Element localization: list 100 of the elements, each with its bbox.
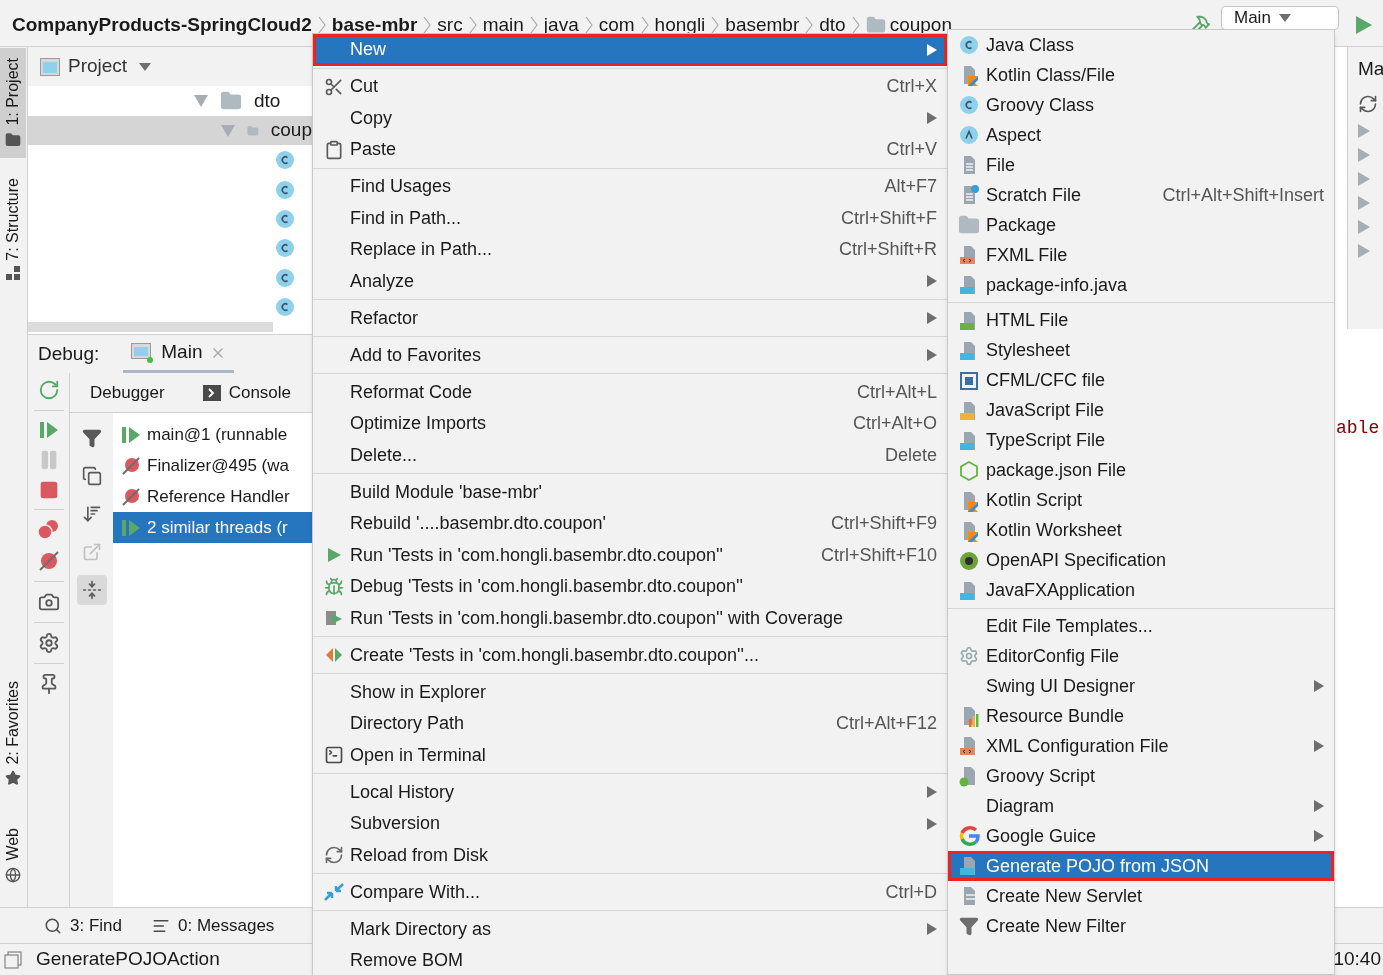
debug-subtab[interactable]: Console (202, 379, 292, 406)
menu-item[interactable]: Optimize Imports Ctrl+Alt+O (313, 408, 947, 440)
menu-item[interactable]: Find Usages Alt+F7 (313, 171, 947, 203)
debug-tab[interactable]: Main (123, 335, 235, 373)
menu-item[interactable]: Paste Ctrl+V (313, 134, 947, 166)
tool-window-button[interactable]: 3: Find (44, 912, 122, 939)
menu-item[interactable]: Package (948, 210, 1334, 240)
camera-icon[interactable] (37, 591, 60, 613)
menu-item[interactable]: Open in Terminal (313, 739, 947, 771)
menu-item[interactable]: Build Module 'base-mbr' (313, 476, 947, 508)
breadcrumb-item[interactable]: CompanyProducts-SpringCloud2 (12, 10, 312, 40)
filter-icon[interactable] (81, 428, 102, 448)
thread-row[interactable]: Finalizer@495 (wa (113, 450, 312, 481)
expand-arrow-icon[interactable] (1358, 123, 1370, 138)
window-icon[interactable] (4, 950, 22, 969)
tree-row[interactable]: coup (28, 115, 312, 146)
menu-item[interactable]: FXML File (948, 240, 1334, 270)
expand-arrow-icon[interactable] (221, 124, 235, 137)
menu-item[interactable]: Local History (313, 776, 947, 808)
play-icon[interactable] (1355, 15, 1373, 35)
menu-item[interactable]: Rebuild '....basembr.dto.coupon' Ctrl+Shift+F9 (313, 508, 947, 540)
expand-arrow-icon[interactable] (1358, 147, 1370, 162)
menu-item[interactable]: Groovy Class (948, 90, 1334, 120)
menu-item[interactable]: Directory Path Ctrl+Alt+F12 (313, 708, 947, 740)
menu-item[interactable]: Edit File Templates... (948, 611, 1334, 641)
menu-item[interactable]: Run 'Tests in 'com.hongli.basembr.dto.coupon'' with Coverage (313, 602, 947, 634)
expand-arrow-icon[interactable] (1358, 171, 1370, 186)
menu-item[interactable]: JavaScript File (948, 395, 1334, 426)
expand-arrow-icon[interactable] (194, 95, 208, 108)
menu-item[interactable]: CFML/CFC file (948, 365, 1334, 396)
menu-item[interactable]: Analyze (313, 265, 947, 297)
menu-item[interactable]: Resource Bundle (948, 701, 1334, 731)
menu-item[interactable]: Swing UI Designer (948, 671, 1334, 701)
refresh-icon[interactable] (1358, 93, 1378, 114)
collapse-button[interactable] (76, 575, 107, 605)
menu-item[interactable]: Subversion (313, 808, 947, 840)
tool-window-button[interactable]: 0: Messages (152, 912, 275, 939)
menu-item[interactable]: package-info.java (948, 270, 1334, 300)
scrollbar[interactable] (28, 322, 273, 332)
menu-item[interactable]: Mark Directory as (313, 913, 947, 945)
menu-item[interactable]: EditorConfig File (948, 641, 1334, 671)
run-config-dropdown[interactable]: Main (1221, 6, 1339, 30)
expand-arrow-icon[interactable] (1358, 243, 1370, 258)
side-tab[interactable]: 7: Structure (0, 167, 26, 291)
menu-item[interactable]: Kotlin Class/File (948, 60, 1334, 90)
menu-item[interactable]: File (948, 150, 1334, 180)
menu-item[interactable]: Reformat Code Ctrl+Alt+L (313, 376, 947, 408)
caret-icon[interactable] (139, 62, 152, 71)
debug-subtab[interactable]: Debugger (90, 379, 165, 406)
menu-item[interactable]: XML Configuration File (948, 731, 1334, 761)
settings-icon[interactable] (37, 632, 60, 654)
stop-icon[interactable] (38, 480, 59, 500)
menu-item[interactable]: Kotlin Worksheet (948, 515, 1334, 546)
resume-icon[interactable] (38, 420, 59, 440)
menu-item[interactable]: package.json File (948, 455, 1334, 486)
menu-item[interactable]: Diagram (948, 791, 1334, 821)
menu-item[interactable]: Copy (313, 102, 947, 134)
menu-item[interactable]: Add to Favorites (313, 339, 947, 371)
menu-item[interactable]: Aspect (948, 120, 1334, 150)
menu-item[interactable]: Run 'Tests in 'com.hongli.basembr.dto.coupon'' Ctrl+Shift+F10 (313, 539, 947, 571)
tree-row[interactable]: dto (28, 86, 312, 116)
side-tab[interactable]: Web (0, 818, 26, 893)
rerun-icon[interactable] (37, 379, 60, 401)
menu-item[interactable]: Delete... Delete (313, 439, 947, 471)
menu-item[interactable]: Groovy Script (948, 761, 1334, 791)
thread-row[interactable]: Reference Handler (113, 481, 312, 512)
expand-arrow-icon[interactable] (1358, 195, 1370, 210)
menu-item[interactable]: Scratch File Ctrl+Alt+Shift+Insert (948, 180, 1334, 210)
breakpoints-icon[interactable] (36, 519, 61, 541)
menu-item[interactable]: Kotlin Script (948, 485, 1334, 516)
panel-title[interactable]: Project (68, 52, 128, 81)
menu-item[interactable]: Create New Servlet (948, 881, 1334, 911)
menu-item[interactable]: Create 'Tests in 'com.hongli.basembr.dto.coupon''... (313, 639, 947, 671)
expand-arrow-icon[interactable] (1358, 219, 1370, 234)
side-tab[interactable]: 2: Favorites (0, 670, 26, 797)
side-tab[interactable]: 1: Project (0, 48, 26, 158)
menu-item[interactable]: Show in Explorer (313, 676, 947, 708)
menu-item[interactable]: Remove BOM (313, 945, 947, 975)
menu-item[interactable]: Find in Path... Ctrl+Shift+F (313, 202, 947, 234)
menu-item[interactable]: Java Class (948, 30, 1334, 60)
menu-item[interactable]: Create New Filter (948, 911, 1334, 941)
menu-item[interactable]: JavaFXApplication (948, 575, 1334, 606)
mute-breakpoints-icon[interactable] (37, 550, 60, 572)
menu-item[interactable]: Stylesheet (948, 335, 1334, 366)
thread-row[interactable]: main@1 (runnable (113, 419, 312, 450)
menu-item[interactable]: Refactor (313, 302, 947, 334)
menu-item[interactable]: HTML File (948, 305, 1334, 336)
menu-item[interactable]: Google Guice (948, 821, 1334, 851)
menu-item[interactable]: Cut Ctrl+X (313, 71, 947, 103)
sort-icon[interactable] (81, 504, 102, 524)
menu-item[interactable]: Debug 'Tests in 'com.hongli.basembr.dto.coupon'' (313, 571, 947, 603)
menu-item[interactable]: Compare With... Ctrl+D (313, 876, 947, 908)
menu-item[interactable]: New (313, 34, 947, 66)
copy-icon[interactable] (81, 466, 102, 486)
menu-item[interactable]: OpenAPI Specification (948, 545, 1334, 576)
menu-item[interactable]: TypeScript File (948, 425, 1334, 456)
menu-item[interactable]: Reload from Disk (313, 839, 947, 871)
menu-item[interactable]: Replace in Path... Ctrl+Shift+R (313, 234, 947, 266)
export-icon[interactable] (81, 542, 102, 562)
thread-row[interactable]: 2 similar threads (r (113, 512, 312, 543)
